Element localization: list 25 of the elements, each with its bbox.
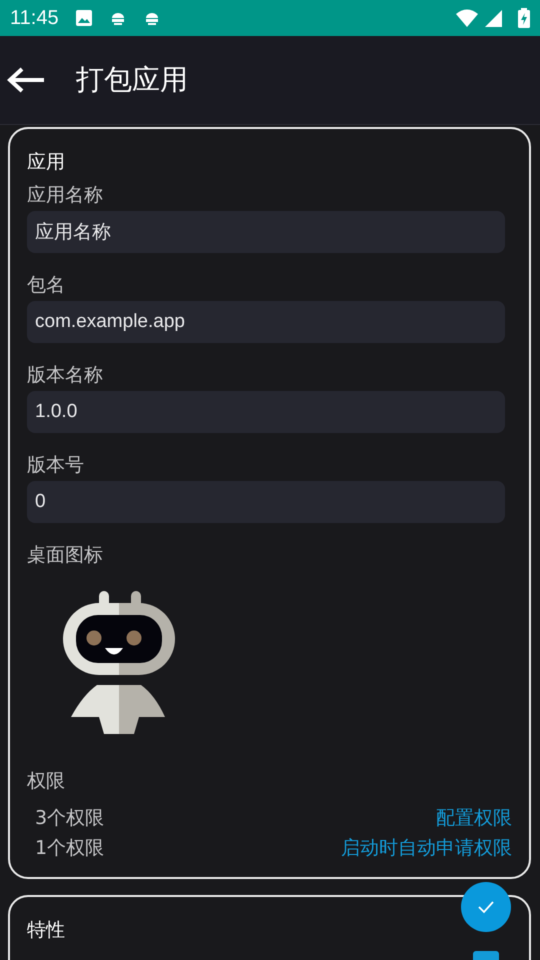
back-arrow-icon [6, 66, 46, 94]
input-field[interactable]: 1.0.0 [27, 391, 505, 433]
section-title: 应用 [27, 150, 66, 175]
check-icon [477, 900, 495, 914]
section-title: 特性 [27, 918, 66, 943]
confirm-button[interactable] [461, 882, 511, 932]
permission-link[interactable]: 启动时自动申请权限 [341, 833, 512, 863]
screen-title: 打包应用 [76, 62, 188, 98]
field-label: 权限 [27, 769, 66, 794]
field-label: 桌面图标 [27, 543, 104, 568]
input-field[interactable]: com.example.app [27, 301, 505, 343]
field-label: 版本名称 [27, 363, 104, 388]
signal-icon [484, 9, 502, 27]
input-field[interactable]: 0 [27, 481, 505, 523]
clock: 11:45 [10, 6, 59, 30]
image-icon [74, 9, 93, 27]
battery-icon [518, 8, 530, 28]
wifi-icon [456, 9, 478, 27]
permission-count: 3个权限 [35, 806, 104, 831]
input-field[interactable]: 应用名称 [27, 211, 505, 253]
field-label: 包名 [27, 273, 66, 298]
permission-count: 1个权限 [35, 836, 104, 861]
field-label: 版本号 [27, 453, 85, 478]
field-label: 应用名称 [27, 183, 104, 208]
permission-link[interactable]: 配置权限 [436, 803, 512, 833]
